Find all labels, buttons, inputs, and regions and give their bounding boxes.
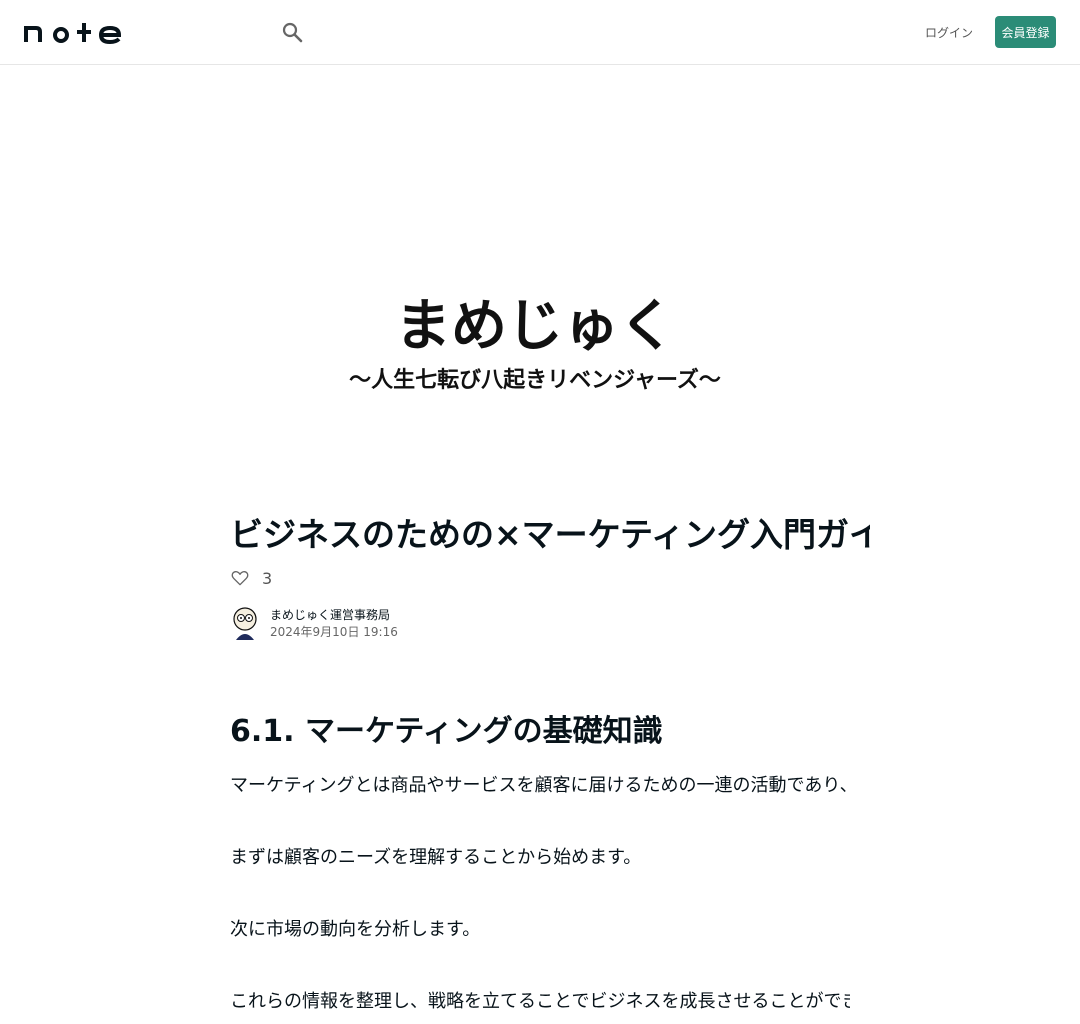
- author-name[interactable]: まめじゅく運営事務局: [270, 607, 398, 623]
- author-row: まめじゅく運営事務局 2024年9月10日 19:16: [230, 606, 398, 642]
- body-paragraph: まずは顧客のニーズを理解することから始めます。: [230, 847, 642, 868]
- cover-image: まめじゅく ～人生七転び八起きリベンジャーズ～: [0, 65, 1080, 508]
- search-icon[interactable]: [280, 20, 304, 44]
- heart-icon[interactable]: [230, 568, 250, 588]
- section-heading: 6.1. マーケティングの基礎知識: [230, 714, 663, 749]
- avatar[interactable]: [230, 606, 260, 642]
- note-logo[interactable]: [24, 20, 124, 45]
- like-count: 3: [262, 568, 273, 588]
- body-paragraph: 次に市場の動向を分析します。: [230, 919, 481, 940]
- author-meta: まめじゅく運営事務局 2024年9月10日 19:16: [270, 607, 398, 641]
- body-paragraph: これらの情報を整理し、戦略を立てることでビジネスを成長させることができます。第 …: [230, 991, 850, 1012]
- site-header: ログイン 会員登録: [0, 0, 1080, 65]
- login-button[interactable]: ログイン: [924, 16, 974, 48]
- cover-title: まめじゅく: [395, 294, 675, 359]
- body-paragraph: マーケティングとは商品やサービスを顧客に届けるための一連の活動であり、ビジネスの…: [230, 775, 850, 796]
- article-title: ビジネスのための×マーケティング入門ガイド講座: [230, 515, 870, 554]
- signup-button[interactable]: 会員登録: [995, 16, 1056, 48]
- cover-subtitle: ～人生七転び八起きリベンジャーズ～: [349, 367, 721, 393]
- post-date: 2024年9月10日 19:16: [270, 625, 398, 639]
- like-area: 3: [230, 566, 272, 590]
